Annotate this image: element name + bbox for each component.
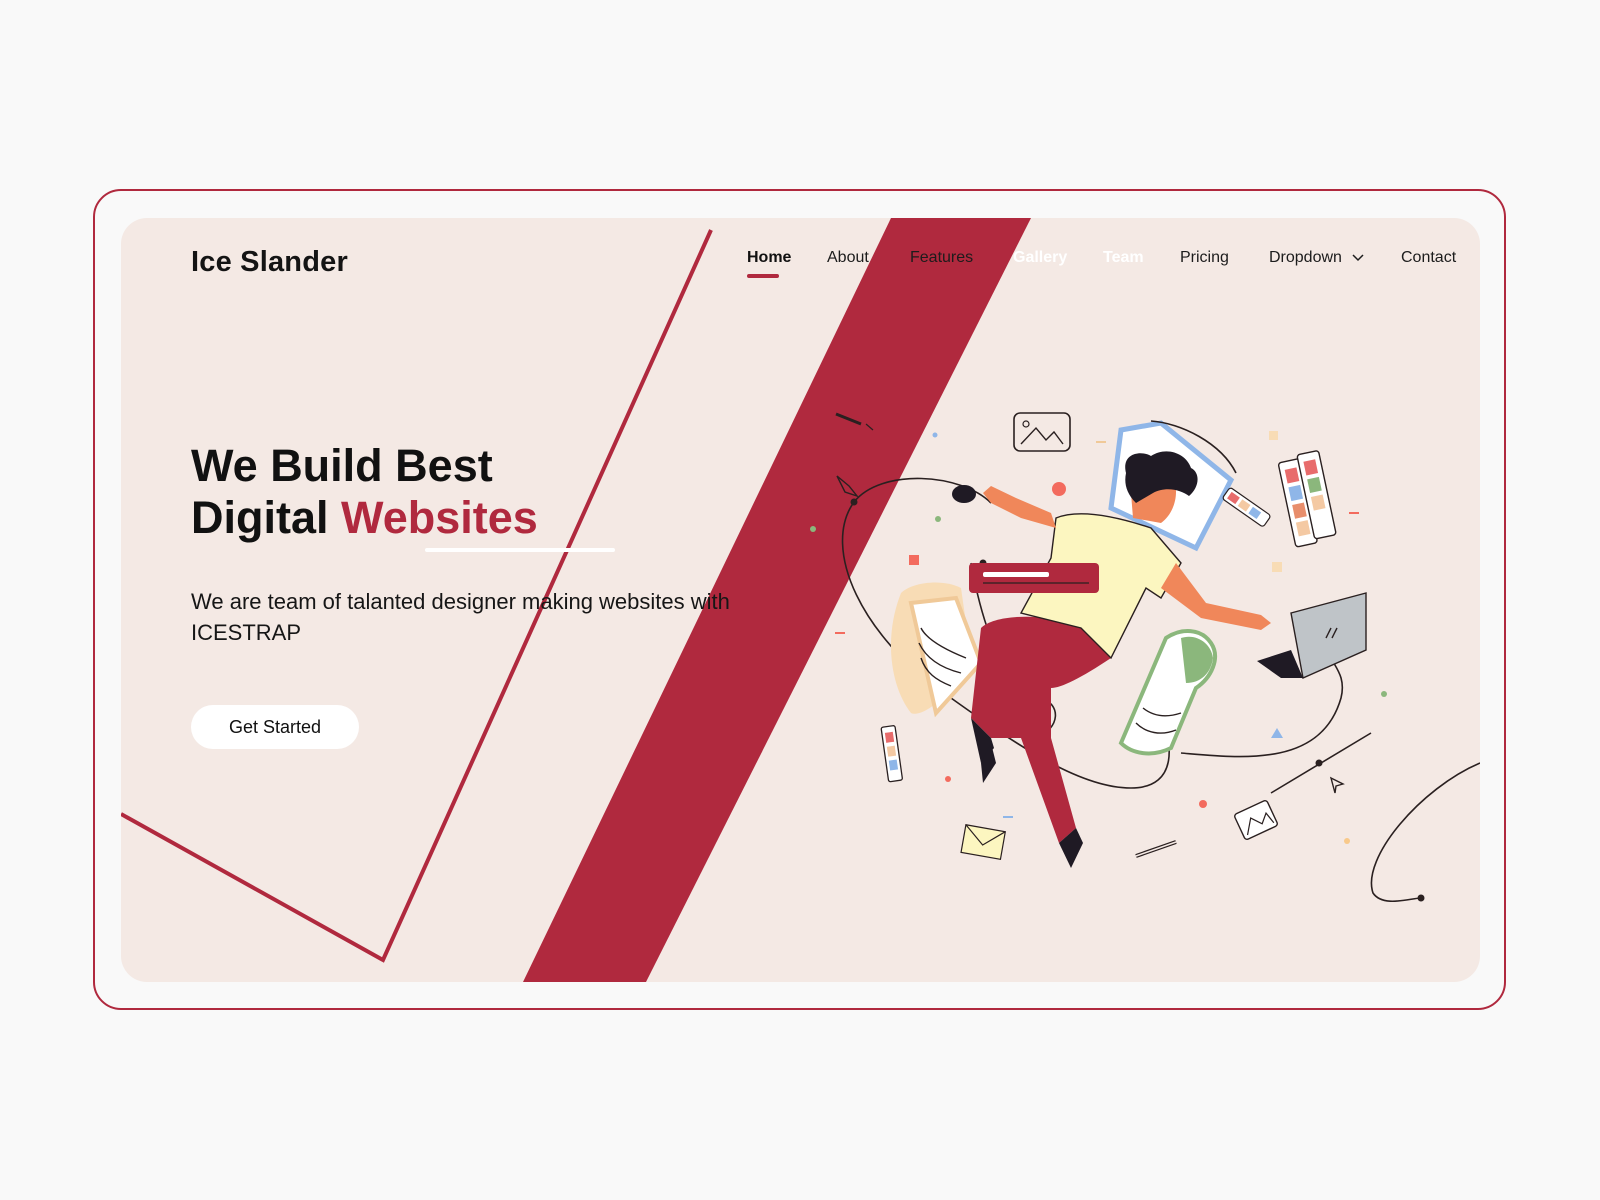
- headline-line-2: Digital Websites: [191, 492, 538, 544]
- headline-line-2-prefix: Digital: [191, 492, 329, 543]
- headline-accent-word: Websites: [341, 492, 538, 543]
- active-nav-indicator: [747, 274, 779, 278]
- headline-line-1: We Build Best: [191, 440, 493, 491]
- accent-underline: [425, 548, 615, 552]
- hero-subtitle: We are team of talanted designer making …: [191, 589, 730, 645]
- hero-card: Ice Slander Home About Features Gallery …: [121, 218, 1480, 982]
- nav-features[interactable]: Features: [910, 249, 973, 267]
- brand-logo[interactable]: Ice Slander: [191, 246, 348, 279]
- chevron-down-icon: [1352, 254, 1364, 261]
- hero-headline: We Build Best Digital Websites: [191, 440, 615, 552]
- nav-pricing[interactable]: Pricing: [1180, 249, 1229, 267]
- get-started-button[interactable]: Get Started: [191, 705, 359, 749]
- nav-dropdown-label: Dropdown: [1269, 249, 1342, 266]
- nav-home[interactable]: Home: [747, 249, 792, 278]
- nav-about[interactable]: About: [827, 249, 869, 267]
- nav-team[interactable]: Team: [1103, 249, 1144, 267]
- nav-gallery[interactable]: Gallery: [1013, 249, 1067, 267]
- nav-home-label: Home: [747, 249, 792, 266]
- nav-dropdown[interactable]: Dropdown: [1269, 249, 1364, 267]
- nav-contact[interactable]: Contact: [1401, 249, 1456, 267]
